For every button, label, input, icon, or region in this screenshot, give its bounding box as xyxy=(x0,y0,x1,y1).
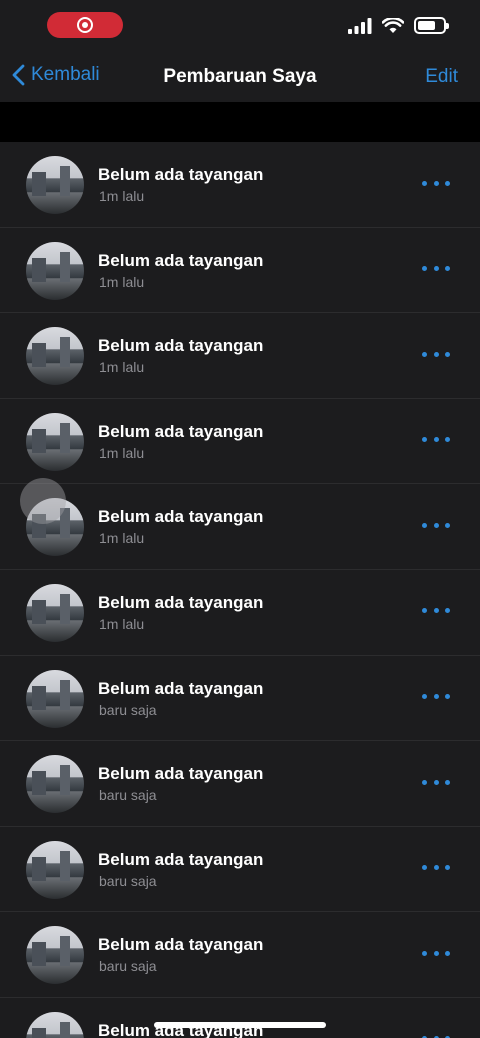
list-item[interactable]: Belum ada tayangan 1m lalu xyxy=(0,484,480,570)
wifi-icon xyxy=(382,17,404,33)
touch-indicator xyxy=(20,478,66,524)
list-item[interactable]: Belum ada tayangan 1m lalu xyxy=(0,570,480,656)
more-options-icon[interactable] xyxy=(422,946,450,960)
update-title: Belum ada tayangan xyxy=(98,336,264,356)
navigation-bar: Kembali Pembaruan Saya Edit xyxy=(0,52,480,102)
list-item[interactable]: Belum ada tayangan baru saja xyxy=(0,912,480,998)
update-time: 1m lalu xyxy=(99,615,145,632)
story-thumbnail[interactable] xyxy=(26,840,84,899)
battery-level xyxy=(418,21,435,30)
update-time: 1m lalu xyxy=(99,273,145,290)
list-item[interactable]: Belum ada tayangan 1m lalu xyxy=(0,399,480,485)
list-item[interactable]: Belum ada tayangan baru saja xyxy=(0,827,480,913)
story-thumbnail[interactable] xyxy=(26,241,84,300)
more-options-icon[interactable] xyxy=(422,433,450,447)
update-time: baru saja xyxy=(99,958,157,975)
more-options-icon[interactable] xyxy=(422,262,450,276)
section-spacer xyxy=(0,102,480,142)
more-options-icon[interactable] xyxy=(422,518,450,532)
more-options-icon[interactable] xyxy=(422,347,450,361)
cellular-signal-icon xyxy=(348,17,372,34)
more-options-icon[interactable] xyxy=(422,1032,450,1038)
list-item[interactable]: Belum ada tayangan 1m lalu xyxy=(0,228,480,314)
update-time: baru saja xyxy=(99,872,157,889)
more-options-icon[interactable] xyxy=(422,604,450,618)
story-thumbnail[interactable] xyxy=(26,583,84,642)
more-options-icon[interactable] xyxy=(422,861,450,875)
update-title: Belum ada tayangan xyxy=(98,678,264,698)
list-item[interactable]: Belum ada tayangan baru saja xyxy=(0,656,480,742)
page-title: Pembaruan Saya xyxy=(163,66,317,87)
story-thumbnail[interactable] xyxy=(26,926,84,985)
story-thumbnail[interactable] xyxy=(26,669,84,728)
status-icons xyxy=(348,17,449,34)
update-time: 1m lalu xyxy=(99,188,145,204)
update-title: Belum ada tayangan xyxy=(98,592,264,612)
update-title: Belum ada tayangan xyxy=(98,165,264,184)
update-time: baru saja xyxy=(99,701,157,718)
update-title: Belum ada tayangan xyxy=(98,507,264,527)
status-bar xyxy=(0,0,480,52)
story-thumbnail[interactable] xyxy=(26,1011,84,1038)
story-thumbnail[interactable] xyxy=(26,412,84,471)
update-time: 1m lalu xyxy=(99,444,145,461)
update-title: Belum ada tayangan xyxy=(98,849,264,869)
screen-record-icon xyxy=(77,17,93,33)
more-options-icon[interactable] xyxy=(422,176,450,190)
story-thumbnail[interactable] xyxy=(26,327,84,386)
list-item[interactable]: Belum ada tayangan 1m lalu xyxy=(0,313,480,399)
screen-record-indicator[interactable] xyxy=(47,12,123,38)
list-item[interactable]: Belum ada tayangan baru saja xyxy=(0,741,480,827)
more-options-icon[interactable] xyxy=(422,775,450,789)
update-title: Belum ada tayangan xyxy=(98,764,264,784)
battery-icon xyxy=(414,17,449,34)
update-title: Belum ada tayangan xyxy=(98,935,264,955)
list-item[interactable]: Belum ada tayangan 1m lalu xyxy=(0,142,480,228)
story-thumbnail[interactable] xyxy=(26,156,84,214)
update-time: 1m lalu xyxy=(99,359,145,376)
updates-list[interactable]: Belum ada tayangan 1m lalu Belum ada tayan… xyxy=(0,142,480,1038)
update-time: 1m lalu xyxy=(99,530,145,547)
list-item[interactable]: Belum ada tayangan xyxy=(0,998,480,1038)
home-indicator[interactable] xyxy=(154,1022,326,1028)
more-options-icon[interactable] xyxy=(422,690,450,704)
update-time: baru saja xyxy=(99,787,157,804)
update-title: Belum ada tayangan xyxy=(98,250,264,270)
story-thumbnail[interactable] xyxy=(26,755,84,814)
edit-button[interactable]: Edit xyxy=(425,66,458,88)
update-title: Belum ada tayangan xyxy=(98,421,264,441)
